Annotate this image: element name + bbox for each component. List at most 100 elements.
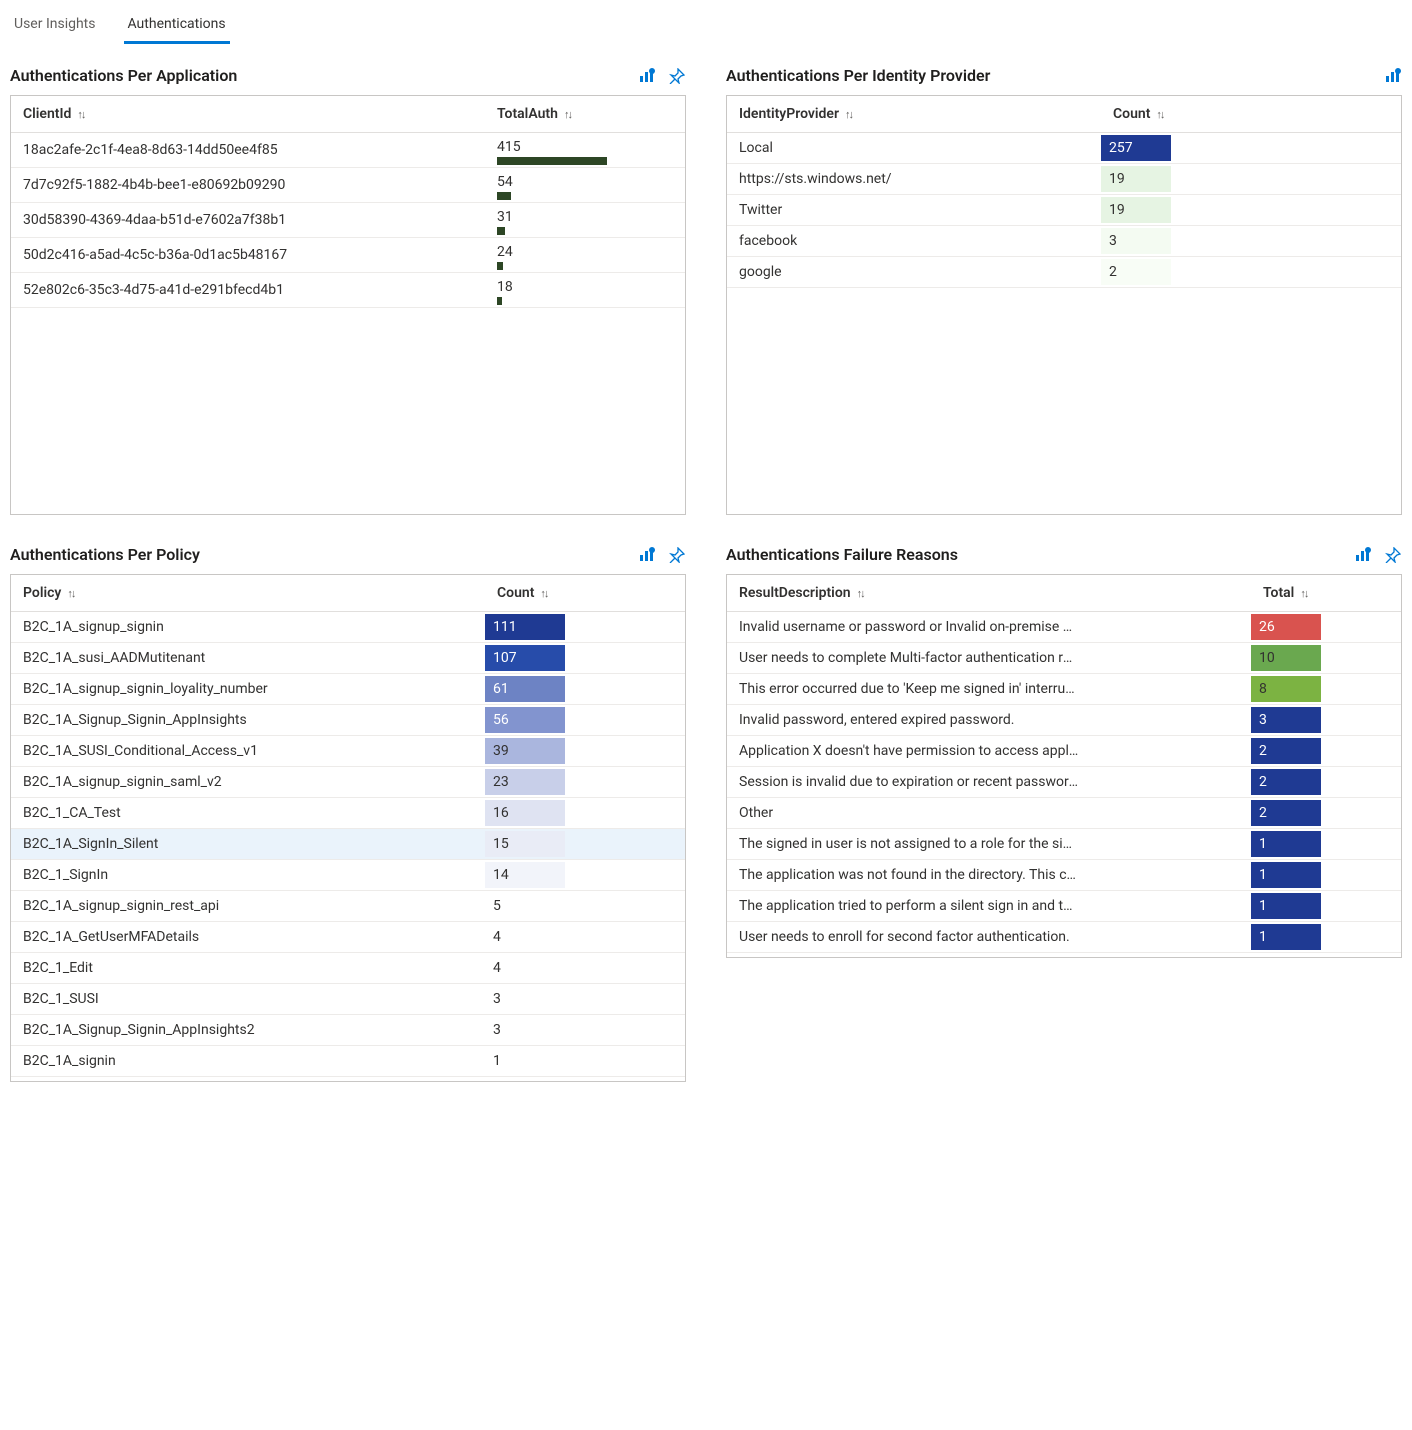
cell-value: 1	[485, 1046, 685, 1077]
sort-icon: ↑↓	[857, 587, 864, 600]
table-row[interactable]: B2C_1A_GetUserMFADetails4	[11, 922, 685, 953]
cell-label: B2C_1A_signin	[11, 1046, 485, 1077]
table-row[interactable]: B2C_1A_signup_signin111	[11, 612, 685, 643]
panel-title: Authentications Per Identity Provider	[726, 66, 990, 85]
table-row[interactable]: https://sts.windows.net/19	[727, 164, 1401, 195]
table-row[interactable]: B2C_1A_SUSI_Conditional_Access_v139	[11, 736, 685, 767]
cell-label: B2C_1A_susi_AADMutitenant	[11, 643, 485, 674]
cell-totalauth: 415	[485, 133, 685, 168]
table-row[interactable]: B2C_1_SignIn14	[11, 860, 685, 891]
cell-totalauth: 18	[485, 273, 685, 308]
table-row[interactable]: Session is invalid due to expiration or …	[727, 767, 1401, 798]
cell-label: Other	[727, 798, 1251, 829]
pin-icon[interactable]	[668, 67, 686, 85]
table-row[interactable]: B2C_1A_Signup_Signin_AppInsights56	[11, 705, 685, 736]
cell-value: 16	[485, 798, 685, 829]
table-row[interactable]: User needs to enroll for second factor a…	[727, 922, 1401, 953]
table-row[interactable]: B2C_1A_signup_signin_loyality_number61	[11, 674, 685, 705]
cell-label: B2C_1A_signup_signin	[11, 612, 485, 643]
cell-label: google	[727, 257, 1101, 288]
table-row[interactable]: B2C_1A_SignIn_Silent15	[11, 829, 685, 860]
col-count[interactable]: Count↑↓	[485, 575, 685, 612]
tab-user-insights[interactable]: User Insights	[10, 8, 100, 42]
cell-value: 2	[1251, 736, 1401, 767]
cell-label: B2C_1A_signup_signin_loyality_number	[11, 674, 485, 705]
col-result-description[interactable]: ResultDescription↑↓	[727, 575, 1251, 612]
table-row[interactable]: The application tried to perform a silen…	[727, 891, 1401, 922]
cell-label: B2C_1_CA_Test	[11, 798, 485, 829]
table-row[interactable]: B2C_1_CA_Test16	[11, 798, 685, 829]
table-row[interactable]: 52e802c6-35c3-4d75-a41d-e291bfecd4b118	[11, 273, 685, 308]
cell-totalauth: 24	[485, 238, 685, 273]
col-totalauth[interactable]: TotalAuth↑↓	[485, 96, 685, 133]
cell-value: 1	[1251, 829, 1401, 860]
table-row[interactable]: B2C_1A_Signup_Signin_AppInsights23	[11, 1015, 685, 1046]
cell-value: 61	[485, 674, 685, 705]
cell-label: Local	[727, 133, 1101, 164]
table-row[interactable]: Invalid username or password or Invalid …	[727, 612, 1401, 643]
table-row[interactable]: Twitter19	[727, 195, 1401, 226]
cell-value: 56	[485, 705, 685, 736]
table-row[interactable]: Invalid password, entered expired passwo…	[727, 705, 1401, 736]
cell-value: 14	[485, 860, 685, 891]
cell-value: 15	[485, 829, 685, 860]
logs-icon[interactable]	[638, 546, 656, 564]
panel-title: Authentications Per Policy	[10, 545, 200, 564]
logs-icon[interactable]	[638, 67, 656, 85]
panel-title: Authentications Failure Reasons	[726, 545, 958, 564]
cell-label: B2C_1_SUSI	[11, 984, 485, 1015]
logs-icon[interactable]	[1354, 546, 1372, 564]
cell-label: User needs to complete Multi-factor auth…	[727, 643, 1251, 674]
table-row[interactable]: facebook3	[727, 226, 1401, 257]
cell-label: This error occurred due to 'Keep me sign…	[727, 674, 1251, 705]
table-row[interactable]: 50d2c416-a5ad-4c5c-b36a-0d1ac5b4816724	[11, 238, 685, 273]
table-row[interactable]: Application X doesn't have permission to…	[727, 736, 1401, 767]
sort-icon: ↑↓	[564, 108, 571, 121]
table-row[interactable]: B2C_1A_signin1	[11, 1046, 685, 1077]
col-policy[interactable]: Policy↑↓	[11, 575, 485, 612]
table-row[interactable]: B2C_1A_susi_AADMutitenant107	[11, 643, 685, 674]
table-row[interactable]: 30d58390-4369-4daa-b51d-e7602a7f38b131	[11, 203, 685, 238]
cell-value: 257	[1101, 133, 1401, 164]
cell-label: Invalid password, entered expired passwo…	[727, 705, 1251, 736]
table-row[interactable]: B2C_1_SUSI3	[11, 984, 685, 1015]
pin-icon[interactable]	[1384, 546, 1402, 564]
col-idp[interactable]: IdentityProvider↑↓	[727, 96, 1101, 133]
tab-authentications[interactable]: Authentications	[124, 8, 230, 42]
table-failure-reasons: ResultDescription↑↓ Total↑↓ Invalid user…	[727, 575, 1401, 953]
cell-clientid: 18ac2afe-2c1f-4ea8-8d63-14dd50ee4f85	[11, 133, 485, 168]
panel-failure-reasons: Authentications Failure Reasons ResultDe…	[726, 545, 1402, 1082]
col-total[interactable]: Total↑↓	[1251, 575, 1401, 612]
pin-icon[interactable]	[668, 546, 686, 564]
col-clientid[interactable]: ClientId↑↓	[11, 96, 485, 133]
table-per-policy: Policy↑↓ Count↑↓ B2C_1A_signup_signin111…	[11, 575, 685, 1077]
cell-value: 2	[1251, 767, 1401, 798]
cell-value: 4	[485, 922, 685, 953]
tab-bar: User Insights Authentications	[10, 8, 1402, 42]
cell-value: 4	[485, 953, 685, 984]
cell-value: 3	[485, 984, 685, 1015]
table-row[interactable]: 18ac2afe-2c1f-4ea8-8d63-14dd50ee4f85415	[11, 133, 685, 168]
table-row[interactable]: Other2	[727, 798, 1401, 829]
cell-value: 8	[1251, 674, 1401, 705]
cell-value: 107	[485, 643, 685, 674]
cell-value: 3	[485, 1015, 685, 1046]
col-count[interactable]: Count↑↓	[1101, 96, 1401, 133]
table-row[interactable]: B2C_1_Edit4	[11, 953, 685, 984]
card-per-application: ClientId↑↓ TotalAuth↑↓ 18ac2afe-2c1f-4ea…	[10, 95, 686, 515]
table-row[interactable]: 7d7c92f5-1882-4b4b-bee1-e80692b0929054	[11, 168, 685, 203]
logs-icon[interactable]	[1384, 67, 1402, 85]
table-row[interactable]: User needs to complete Multi-factor auth…	[727, 643, 1401, 674]
table-row[interactable]: B2C_1A_signup_signin_saml_v223	[11, 767, 685, 798]
table-row[interactable]: Local257	[727, 133, 1401, 164]
cell-clientid: 7d7c92f5-1882-4b4b-bee1-e80692b09290	[11, 168, 485, 203]
table-row[interactable]: The application was not found in the dir…	[727, 860, 1401, 891]
table-row[interactable]: This error occurred due to 'Keep me sign…	[727, 674, 1401, 705]
table-row[interactable]: The signed in user is not assigned to a …	[727, 829, 1401, 860]
cell-value: 19	[1101, 195, 1401, 226]
cell-totalauth: 54	[485, 168, 685, 203]
table-row[interactable]: google2	[727, 257, 1401, 288]
table-row[interactable]: B2C_1A_signup_signin_rest_api5	[11, 891, 685, 922]
card-per-policy: Policy↑↓ Count↑↓ B2C_1A_signup_signin111…	[10, 574, 686, 1082]
card-failure-reasons: ResultDescription↑↓ Total↑↓ Invalid user…	[726, 574, 1402, 958]
